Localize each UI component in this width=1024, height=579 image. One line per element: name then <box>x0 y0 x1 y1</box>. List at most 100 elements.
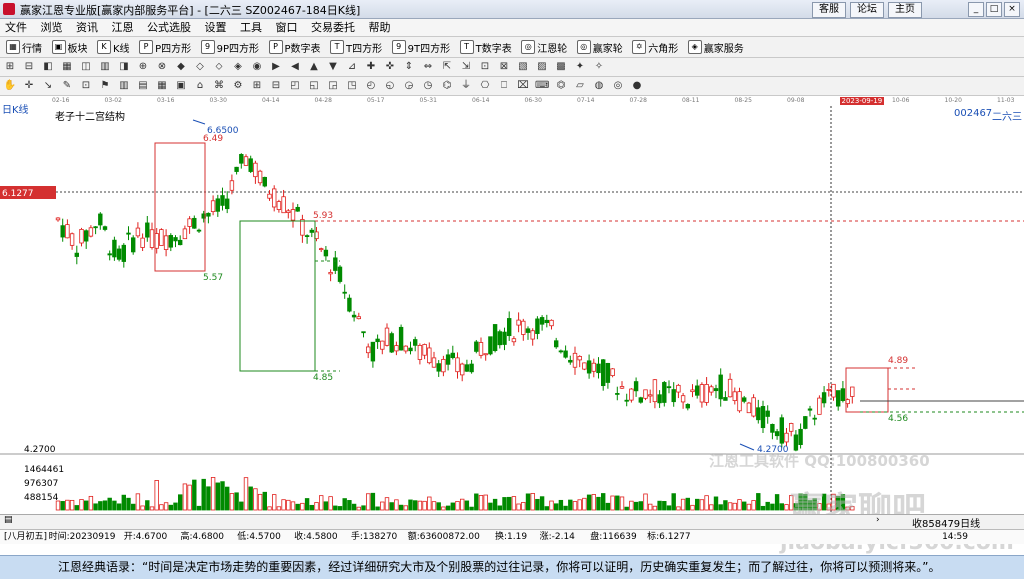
tb2-tool-24-icon[interactable]: ⇲ <box>459 60 473 74</box>
tb2-tool-26-icon[interactable]: ⊠ <box>497 60 511 74</box>
tb3-tool-23-icon[interactable]: ⌬ <box>440 79 454 93</box>
tb-kline-button[interactable]: K K线 <box>97 37 130 57</box>
menu-window[interactable]: 窗口 <box>271 19 303 36</box>
tb3-tool-33-icon[interactable]: ● <box>630 79 644 93</box>
maximize-icon[interactable]: □ <box>986 2 1002 17</box>
scroll-right-icon[interactable]: › <box>876 515 880 525</box>
tb2-tool-25-icon[interactable]: ⊡ <box>478 60 492 74</box>
tb2-tool-20-icon[interactable]: ✜ <box>383 60 397 74</box>
tb3-tool-12-icon[interactable]: ⚙ <box>231 79 245 93</box>
tb3-tool-1-icon[interactable]: ✛ <box>22 79 36 93</box>
minimize-icon[interactable]: _ <box>968 2 984 17</box>
tb3-tool-4-icon[interactable]: ⊡ <box>79 79 93 93</box>
tb2-tool-1-icon[interactable]: ⊟ <box>22 60 36 74</box>
service-button[interactable]: 客服 <box>812 2 846 18</box>
tb3-tool-5-icon[interactable]: ⚑ <box>98 79 112 93</box>
tb3-tool-16-icon[interactable]: ◱ <box>307 79 321 93</box>
tb-service-button[interactable]: ◈ 赢家服务 <box>687 37 744 57</box>
tb2-tool-17-icon[interactable]: ▼ <box>326 60 340 74</box>
menu-trade[interactable]: 交易委托 <box>306 19 360 36</box>
menu-tools[interactable]: 工具 <box>235 19 267 36</box>
tb2-tool-5-icon[interactable]: ▥ <box>98 60 112 74</box>
tb3-tool-7-icon[interactable]: ▤ <box>136 79 150 93</box>
tb2-tool-9-icon[interactable]: ◆ <box>174 60 188 74</box>
tb2-tool-23-icon[interactable]: ⇱ <box>440 60 454 74</box>
tb2-tool-19-icon[interactable]: ✚ <box>364 60 378 74</box>
tb2-tool-22-icon[interactable]: ⇔ <box>421 60 435 74</box>
menu-settings[interactable]: 设置 <box>200 19 232 36</box>
tb2-tool-31-icon[interactable]: ✧ <box>592 60 606 74</box>
tb-p-table-button[interactable]: P P数字表 <box>268 37 321 57</box>
tb3-tool-19-icon[interactable]: ◴ <box>364 79 378 93</box>
tb3-tool-27-icon[interactable]: ⌧ <box>516 79 530 93</box>
tb3-tool-8-icon[interactable]: ▦ <box>155 79 169 93</box>
menu-gann[interactable]: 江恩 <box>107 19 139 36</box>
tb2-tool-7-icon[interactable]: ⊕ <box>136 60 150 74</box>
tb3-tool-31-icon[interactable]: ◍ <box>592 79 606 93</box>
tb2-tool-29-icon[interactable]: ▩ <box>554 60 568 74</box>
menu-browse[interactable]: 浏览 <box>36 19 68 36</box>
tb-t-square-button[interactable]: T T四方形 <box>330 37 382 57</box>
menu-info[interactable]: 资讯 <box>71 19 103 36</box>
tb2-tool-2-icon[interactable]: ◧ <box>41 60 55 74</box>
tb2-tool-12-icon[interactable]: ◈ <box>231 60 245 74</box>
tb3-tool-28-icon[interactable]: ⌨ <box>535 79 549 93</box>
menu-formula[interactable]: 公式选股 <box>142 19 196 36</box>
tb3-tool-30-icon[interactable]: ⏥ <box>573 79 587 93</box>
tb2-tool-18-icon[interactable]: ⊿ <box>345 60 359 74</box>
tb3-tool-22-icon[interactable]: ◷ <box>421 79 435 93</box>
tb3-tool-32-icon[interactable]: ◎ <box>611 79 625 93</box>
candle-body <box>229 180 235 191</box>
tb3-tool-24-icon[interactable]: ⏚ <box>459 79 473 93</box>
tb-quotes-button[interactable]: ▦ 行情 <box>6 37 42 57</box>
tb2-tool-27-icon[interactable]: ▧ <box>516 60 530 74</box>
tb2-tool-4-icon[interactable]: ◫ <box>79 60 93 74</box>
tb3-tool-3-icon[interactable]: ✎ <box>60 79 74 93</box>
tb3-tool-10-icon[interactable]: ⌂ <box>193 79 207 93</box>
tb-9p-square-button[interactable]: 9 9P四方形 <box>200 37 259 57</box>
tb2-tool-11-icon[interactable]: ⬦ <box>212 60 226 74</box>
tb3-tool-17-icon[interactable]: ◲ <box>326 79 340 93</box>
tb2-tool-13-icon[interactable]: ◉ <box>250 60 264 74</box>
tb3-tool-25-icon[interactable]: ⎔ <box>478 79 492 93</box>
tb3-tool-26-icon[interactable]: ⎕ <box>497 79 511 93</box>
tb3-tool-6-icon[interactable]: ▥ <box>117 79 131 93</box>
tb2-tool-14-icon[interactable]: ▶ <box>269 60 283 74</box>
tb-hexagon-button[interactable]: ✡ 六角形 <box>632 37 678 57</box>
tb3-tool-11-icon[interactable]: ⌘ <box>212 79 226 93</box>
tb2-tool-15-icon[interactable]: ◀ <box>288 60 302 74</box>
close-icon[interactable]: × <box>1004 2 1020 17</box>
tb2-tool-0-icon[interactable]: ⊞ <box>3 60 17 74</box>
tb3-tool-0-icon[interactable]: ✋ <box>3 79 17 93</box>
tb-9t-square-button[interactable]: 9 9T四方形 <box>391 37 450 57</box>
forum-button[interactable]: 论坛 <box>850 2 884 18</box>
tb3-tool-20-icon[interactable]: ◵ <box>383 79 397 93</box>
tb2-tool-30-icon[interactable]: ✦ <box>573 60 587 74</box>
tb2-tool-10-icon[interactable]: ◇ <box>193 60 207 74</box>
tb2-tool-8-icon[interactable]: ⊗ <box>155 60 169 74</box>
tb-p-square-button[interactable]: P P四方形 <box>139 37 191 57</box>
tb3-tool-14-icon[interactable]: ⊟ <box>269 79 283 93</box>
tb3-tool-2-icon[interactable]: ↘ <box>41 79 55 93</box>
scroll-left-icon[interactable]: ▤ <box>4 515 13 525</box>
candle-body <box>572 352 578 368</box>
tb3-tool-13-icon[interactable]: ⊞ <box>250 79 264 93</box>
tb-t-table-button[interactable]: T T数字表 <box>459 37 512 57</box>
tb3-tool-15-icon[interactable]: ◰ <box>288 79 302 93</box>
tb2-tool-6-icon[interactable]: ◨ <box>117 60 131 74</box>
tb3-tool-9-icon[interactable]: ▣ <box>174 79 188 93</box>
tb-winner-wheel-button[interactable]: ◎ 赢家轮 <box>576 37 623 57</box>
tb3-tool-21-icon[interactable]: ◶ <box>402 79 416 93</box>
tb2-tool-16-icon[interactable]: ▲ <box>307 60 321 74</box>
menu-help[interactable]: 帮助 <box>364 19 396 36</box>
tb2-tool-28-icon[interactable]: ▨ <box>535 60 549 74</box>
menu-file[interactable]: 文件 <box>0 19 32 36</box>
tb2-tool-3-icon[interactable]: ▦ <box>60 60 74 74</box>
home-button[interactable]: 主页 <box>888 2 922 18</box>
tb3-tool-29-icon[interactable]: ⏣ <box>554 79 568 93</box>
tb-sector-button[interactable]: ▣ 板块 <box>51 37 88 57</box>
tb-gann-wheel-button[interactable]: ◎ 江恩轮 <box>521 37 567 57</box>
scroll-bar[interactable]: ▤ › 收858479日线 <box>0 514 1024 530</box>
tb2-tool-21-icon[interactable]: ⇕ <box>402 60 416 74</box>
tb3-tool-18-icon[interactable]: ◳ <box>345 79 359 93</box>
